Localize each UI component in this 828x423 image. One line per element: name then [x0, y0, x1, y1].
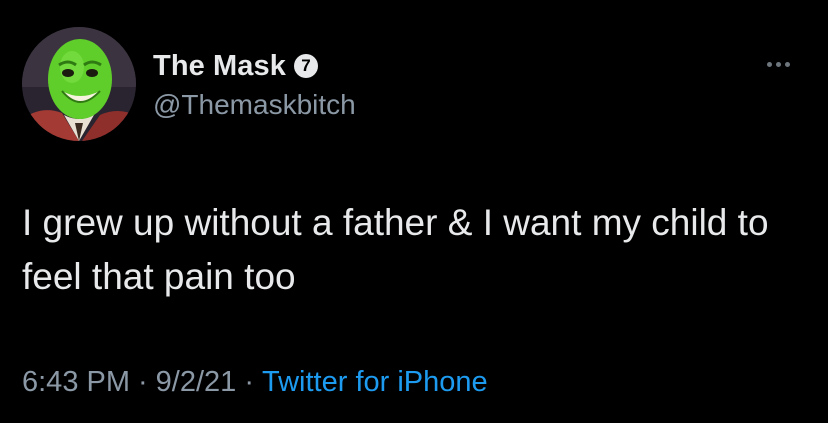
tweet-metadata: 6:43 PM · 9/2/21 · Twitter for iPhone [22, 366, 488, 399]
author-name-row[interactable]: The Mask 7 [153, 48, 318, 84]
more-dot [775, 61, 781, 67]
tweet-source-link[interactable]: Twitter for iPhone [262, 366, 488, 398]
more-dot [784, 61, 790, 67]
more-options-icon[interactable] [758, 52, 798, 76]
avatar[interactable] [22, 27, 136, 141]
tweet-text: I grew up without a father & I want my c… [22, 202, 769, 297]
more-dot [766, 61, 772, 67]
tweet-date[interactable]: 9/2/21 [156, 366, 237, 398]
meta-separator: · [138, 366, 148, 398]
meta-separator: · [244, 366, 254, 398]
tweet-card[interactable]: The Mask 7 @Themaskbitch I grew up witho… [0, 0, 828, 423]
tweet-time[interactable]: 6:43 PM [22, 366, 130, 398]
verified-badge-icon: 7 [293, 54, 318, 78]
author-handle[interactable]: @Themaskbitch [153, 89, 356, 121]
mask-face-icon [22, 27, 136, 141]
author-display-name[interactable]: The Mask [153, 50, 286, 83]
